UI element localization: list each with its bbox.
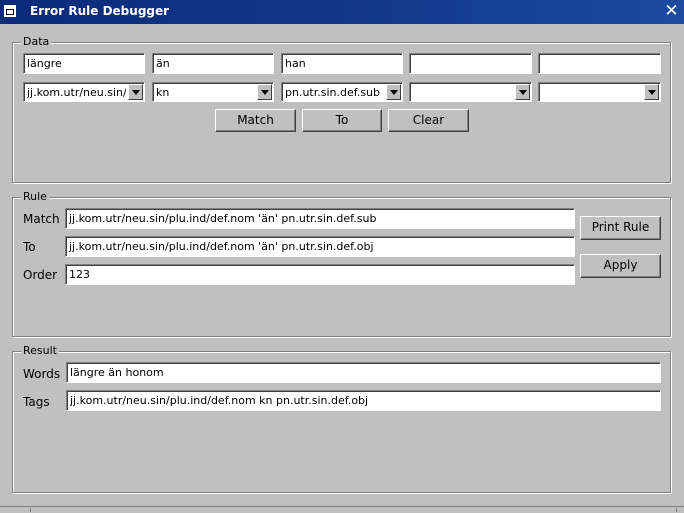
chevron-down-icon[interactable] — [515, 84, 530, 100]
clear-button[interactable]: Clear — [388, 109, 469, 132]
word-field-3[interactable]: han — [281, 53, 403, 74]
tag-select-3[interactable]: pn.utr.sin.def.sub — [281, 82, 403, 102]
chevron-down-icon[interactable] — [128, 84, 143, 100]
window-title: Error Rule Debugger — [30, 4, 170, 18]
rule-to-field[interactable]: jj.kom.utr/neu.sin/plu.ind/def.nom 'än' … — [65, 236, 575, 257]
rule-match-label: Match — [23, 212, 60, 226]
apply-button[interactable]: Apply — [580, 254, 661, 278]
tag-select-2-value: kn — [156, 86, 170, 99]
rule-match-field[interactable]: jj.kom.utr/neu.sin/plu.ind/def.nom 'än' … — [65, 208, 575, 229]
window-menu-icon[interactable] — [4, 5, 16, 17]
to-button[interactable]: To — [302, 109, 382, 132]
rule-to-label: To — [23, 240, 36, 254]
close-icon[interactable]: ✕ — [663, 3, 680, 20]
result-words-label: Words — [23, 367, 61, 381]
chevron-down-icon[interactable] — [386, 84, 401, 100]
tag-select-4[interactable] — [409, 82, 532, 102]
result-tags-field[interactable]: jj.kom.utr/neu.sin/plu.ind/def.nom kn pn… — [66, 390, 661, 411]
word-field-2[interactable]: än — [152, 53, 274, 74]
rule-order-field[interactable]: 123 — [65, 264, 575, 285]
tag-select-2[interactable]: kn — [152, 82, 274, 102]
rule-order-label: Order — [23, 268, 58, 282]
tag-select-1[interactable]: jj.kom.utr/neu.sin/p — [23, 82, 145, 102]
status-cell — [0, 508, 31, 512]
chevron-down-icon[interactable] — [644, 84, 659, 100]
print-rule-button[interactable]: Print Rule — [580, 216, 661, 240]
result-words-field[interactable]: längre än honom — [66, 362, 661, 383]
word-field-1[interactable]: längre — [23, 53, 145, 74]
result-group-legend: Result — [21, 344, 59, 358]
tag-select-5[interactable] — [538, 82, 661, 102]
tag-select-3-value: pn.utr.sin.def.sub — [285, 86, 381, 99]
tag-select-1-value: jj.kom.utr/neu.sin/p — [27, 86, 126, 99]
status-bar — [0, 506, 684, 513]
result-tags-label: Tags — [23, 395, 50, 409]
word-field-4[interactable] — [409, 53, 532, 74]
rule-group-legend: Rule — [21, 190, 49, 204]
chevron-down-icon[interactable] — [257, 84, 272, 100]
word-field-5[interactable] — [538, 53, 661, 74]
status-cell — [30, 508, 677, 512]
title-bar[interactable]: Error Rule Debugger ✕ — [0, 0, 684, 24]
data-group-legend: Data — [21, 35, 52, 49]
match-button[interactable]: Match — [215, 109, 296, 132]
